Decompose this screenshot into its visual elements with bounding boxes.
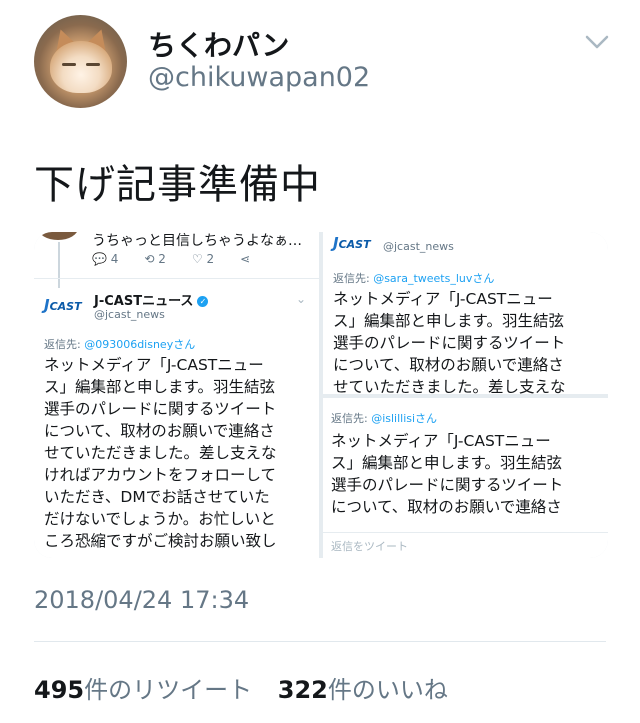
avatar[interactable] [34, 15, 127, 108]
retweet-stat[interactable]: 495件のリツイート [34, 676, 252, 704]
jcast-reply-text: ネットメディア「J-CASTニュー ス」編集部と申します。羽生結弦 選手のパレー… [44, 356, 277, 550]
reply-bar: 返信をツイート [331, 540, 408, 553]
display-name[interactable]: ちくわパン [148, 24, 289, 64]
jcast-reply-text: ネットメディア「J-CASTニュー ス」編集部と申します。羽生結弦 選手のパレー… [331, 432, 564, 516]
photo-left[interactable]: うちゃっと目信しちゃうよなぁ… 💬 4 ⟲ 2 ♡ 2 ⋖ JCAST J-CA… [34, 232, 319, 558]
divider [323, 532, 608, 533]
tweet-header: ちくわパン @chikuwapan02 [0, 0, 640, 120]
chevron-down-icon: ⌄ [296, 292, 307, 306]
reply-to: 返信先: @islillisiさん [331, 412, 438, 425]
tweet-stats: 495件のリツイート 322件のいいね [34, 670, 466, 705]
account-handle: @jcast_news [383, 240, 454, 253]
jcast-reply-text: ネットメディア「J-CASTニュー ス」編集部と申します。羽生結弦 選手のパレー… [333, 290, 566, 394]
like-count: ♡ 2 [191, 252, 215, 266]
thread-line [58, 242, 60, 288]
photo-right-top[interactable]: JCAST @jcast_news 返信先: @sara_tweets_luvさ… [323, 232, 608, 394]
account-handle: @jcast_news [94, 308, 165, 321]
reply-to: 返信先: @093006disneyさん [44, 338, 196, 351]
jcast-logo: JCAST [333, 234, 371, 252]
like-stat[interactable]: 322件のいいね [278, 676, 448, 704]
account-name: J-CASTニュース ✓ [94, 290, 209, 309]
user-handle[interactable]: @chikuwapan02 [148, 62, 370, 93]
share-icon: ⋖ [240, 252, 251, 266]
cut-avatar [38, 232, 78, 240]
retweet-count: ⟲ 2 [144, 252, 166, 266]
mini-action-bar: 💬 4 ⟲ 2 ♡ 2 ⋖ [92, 252, 250, 266]
jcast-logo: JCAST [44, 296, 82, 314]
reply-to: 返信先: @sara_tweets_luvさん [333, 272, 495, 285]
photo-right-bottom[interactable]: 返信先: @islillisiさん ネットメディア「J-CASTニュー ス」編集… [323, 398, 608, 558]
chevron-down-icon[interactable] [585, 34, 609, 50]
cat-face [50, 41, 112, 93]
divider [34, 641, 606, 642]
divider [34, 278, 319, 279]
attached-photos[interactable]: うちゃっと目信しちゃうよなぁ… 💬 4 ⟲ 2 ♡ 2 ⋖ JCAST J-CA… [34, 232, 608, 558]
cat-eye-right [86, 63, 100, 66]
tweet-text: 下げ記事準備中 [34, 162, 321, 208]
tweet-timestamp[interactable]: 2018/04/24 17:34 [34, 586, 249, 614]
reply-count: 💬 4 [92, 252, 119, 266]
verified-icon: ✓ [197, 296, 209, 307]
cut-tweet-text: うちゃっと目信しちゃうよなぁ… [92, 233, 302, 249]
cat-eye-left [62, 63, 76, 66]
